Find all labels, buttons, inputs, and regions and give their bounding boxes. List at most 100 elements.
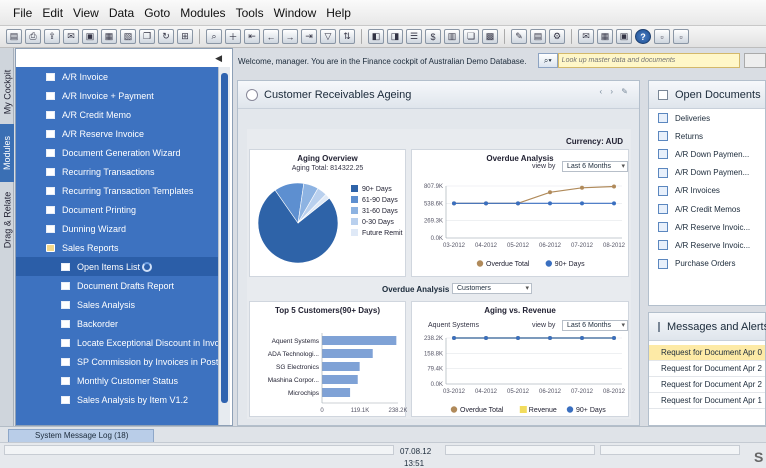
filter-icon[interactable]: ▽ bbox=[320, 29, 336, 44]
sidebar-item[interactable]: A/R Reserve Invoice bbox=[16, 124, 219, 143]
menu-data[interactable]: Data bbox=[104, 6, 139, 20]
series-line bbox=[454, 185, 615, 204]
menu-view[interactable]: View bbox=[68, 6, 104, 20]
export-icon[interactable]: ⇪ bbox=[44, 29, 60, 44]
messages-icon[interactable]: ✉ bbox=[578, 29, 594, 44]
search-go-button[interactable] bbox=[744, 53, 766, 68]
base-document-icon[interactable]: ◧ bbox=[368, 29, 384, 44]
menu-modules[interactable]: Modules bbox=[175, 6, 230, 20]
open-icon[interactable]: ▤ bbox=[6, 29, 22, 44]
sidebar-item[interactable]: Dunning Wizard bbox=[16, 219, 219, 238]
sidebar-item[interactable]: Recurring Transaction Templates bbox=[16, 181, 219, 200]
find-icon[interactable]: ⌕ bbox=[206, 29, 222, 44]
message-label: Request for Document Apr 2 bbox=[661, 364, 762, 373]
overdue-by-select[interactable]: Customers bbox=[452, 283, 532, 294]
sidebar-item[interactable]: A/R Invoice + Payment bbox=[16, 86, 219, 105]
sidebar-item[interactable]: A/R Invoice bbox=[16, 67, 219, 86]
calendar-icon[interactable]: ▦ bbox=[597, 29, 613, 44]
message-item[interactable]: Request for Document Apr 2 bbox=[649, 377, 765, 393]
view-by-select[interactable]: Last 6 Months bbox=[562, 320, 628, 331]
add-icon[interactable]: ＋ bbox=[225, 29, 241, 44]
currency-label: Currency: AUD bbox=[565, 137, 623, 146]
help-icon[interactable]: ? bbox=[635, 29, 651, 44]
sidebar-item[interactable]: A/R Credit Memo bbox=[16, 105, 219, 124]
open-document-item[interactable]: A/R Reserve Invoic... bbox=[649, 236, 765, 254]
previous-record-icon[interactable]: ← bbox=[263, 29, 279, 44]
open-document-item[interactable]: A/R Invoices bbox=[649, 182, 765, 200]
messages-alerts-panel: Messages and Alerts Request for Document… bbox=[648, 312, 766, 426]
tab-modules[interactable]: Modules bbox=[0, 124, 14, 182]
sidebar-item[interactable]: Open Items List bbox=[16, 257, 219, 276]
menu-file[interactable]: File bbox=[8, 6, 37, 20]
sidebar-item[interactable]: Monthly Customer Status bbox=[16, 371, 219, 390]
aging-vs-revenue-card: Aging vs. Revenue Aquent Systems view by… bbox=[411, 301, 629, 417]
word-icon[interactable]: ▧ bbox=[120, 29, 136, 44]
print-icon[interactable]: ⎙ bbox=[25, 29, 41, 44]
sort-icon[interactable]: ⇅ bbox=[339, 29, 355, 44]
copy-icon[interactable]: ❐ bbox=[139, 29, 155, 44]
last-record-icon[interactable]: ⇥ bbox=[301, 29, 317, 44]
menu-window[interactable]: Window bbox=[269, 6, 322, 20]
x-tick-label: 06-2012 bbox=[539, 243, 562, 249]
menu-tools[interactable]: Tools bbox=[231, 6, 269, 20]
first-record-icon[interactable]: ⇤ bbox=[244, 29, 260, 44]
gross-profit-icon[interactable]: ▥ bbox=[444, 29, 460, 44]
preview-icon[interactable]: ▣ bbox=[82, 29, 98, 44]
settings-icon[interactable]: ⚙ bbox=[549, 29, 565, 44]
sidebar-item[interactable]: SP Commission by Invoices in Posting bbox=[16, 352, 219, 371]
tree-icon[interactable]: ⊞ bbox=[177, 29, 193, 44]
search-icon[interactable]: ⌕▾ bbox=[538, 53, 558, 68]
open-document-item[interactable]: A/R Down Paymen... bbox=[649, 164, 765, 182]
message-item[interactable]: Request for Document Apr 2 bbox=[649, 361, 765, 377]
sidebar-item[interactable]: Recurring Transactions bbox=[16, 162, 219, 181]
sidebar-item[interactable]: Sales Reports bbox=[16, 238, 219, 257]
open-document-label: A/R Down Paymen... bbox=[675, 149, 750, 159]
tab-drag-relate[interactable]: Drag & Relate bbox=[0, 184, 14, 256]
close-window-icon[interactable]: ▫ bbox=[673, 29, 689, 44]
sidebar-item[interactable]: Backorder bbox=[16, 314, 219, 333]
menu-edit[interactable]: Edit bbox=[37, 6, 68, 20]
book-icon[interactable]: ❏ bbox=[463, 29, 479, 44]
form-settings-icon[interactable]: ▩ bbox=[482, 29, 498, 44]
payment-icon[interactable]: $ bbox=[425, 29, 441, 44]
search-input[interactable] bbox=[557, 53, 741, 68]
edit-icon[interactable]: ✎ bbox=[511, 29, 527, 44]
target-document-icon[interactable]: ◨ bbox=[387, 29, 403, 44]
sidebar-item[interactable]: Document Drafts Report bbox=[16, 276, 219, 295]
open-document-item[interactable]: A/R Credit Memos bbox=[649, 200, 765, 218]
system-message-log-tab[interactable]: System Message Log (18) bbox=[8, 429, 154, 443]
sidebar-item[interactable]: Sales Analysis bbox=[16, 295, 219, 314]
menu-help[interactable]: Help bbox=[321, 6, 356, 20]
transaction-journal-icon[interactable]: ☰ bbox=[406, 29, 422, 44]
message-item[interactable]: Request for Document Apr 0 bbox=[649, 345, 765, 361]
sidebar-item-label: Sales Reports bbox=[62, 242, 119, 253]
calculator-icon[interactable]: ▣ bbox=[616, 29, 632, 44]
sidebar-item[interactable]: Document Printing bbox=[16, 200, 219, 219]
view-by-select[interactable]: Last 6 Months bbox=[562, 161, 628, 172]
open-document-item[interactable]: Deliveries bbox=[649, 109, 765, 127]
open-document-item[interactable]: Purchase Orders bbox=[649, 255, 765, 273]
open-document-item[interactable]: Returns bbox=[649, 127, 765, 145]
layout-icon[interactable]: ▤ bbox=[530, 29, 546, 44]
panel-title: Customer Receivables Ageing bbox=[264, 88, 412, 101]
refresh-icon[interactable]: ↻ bbox=[158, 29, 174, 44]
open-document-item[interactable]: A/R Down Paymen... bbox=[649, 145, 765, 163]
menu-goto[interactable]: Goto bbox=[139, 6, 175, 20]
collapse-arrow-icon[interactable]: ◀ bbox=[215, 53, 222, 64]
scrollbar-thumb[interactable] bbox=[221, 73, 228, 403]
sidebar-item[interactable]: Sales Analysis by Item V1.2 bbox=[16, 390, 219, 409]
panel-controls-icon[interactable]: ‹ › ✎ bbox=[600, 87, 631, 96]
tab-my-cockpit[interactable]: My Cockpit bbox=[0, 62, 14, 122]
open-document-item[interactable]: A/R Reserve Invoic... bbox=[649, 218, 765, 236]
message-item[interactable]: Request for Document Apr 1 bbox=[649, 393, 765, 409]
sidebar-item[interactable]: Document Generation Wizard bbox=[16, 143, 219, 162]
excel-icon[interactable]: ▦ bbox=[101, 29, 117, 44]
legend-label: 0-30 Days bbox=[362, 219, 394, 226]
email-icon[interactable]: ✉ bbox=[63, 29, 79, 44]
next-record-icon[interactable]: → bbox=[282, 29, 298, 44]
sidebar-scrollbar[interactable] bbox=[218, 67, 230, 425]
document-icon bbox=[46, 110, 55, 119]
lock-icon[interactable]: ▫ bbox=[654, 29, 670, 44]
menu-bar: File Edit View Data Goto Modules Tools W… bbox=[0, 0, 766, 26]
sidebar-item[interactable]: Locate Exceptional Discount in Invoice bbox=[16, 333, 219, 352]
